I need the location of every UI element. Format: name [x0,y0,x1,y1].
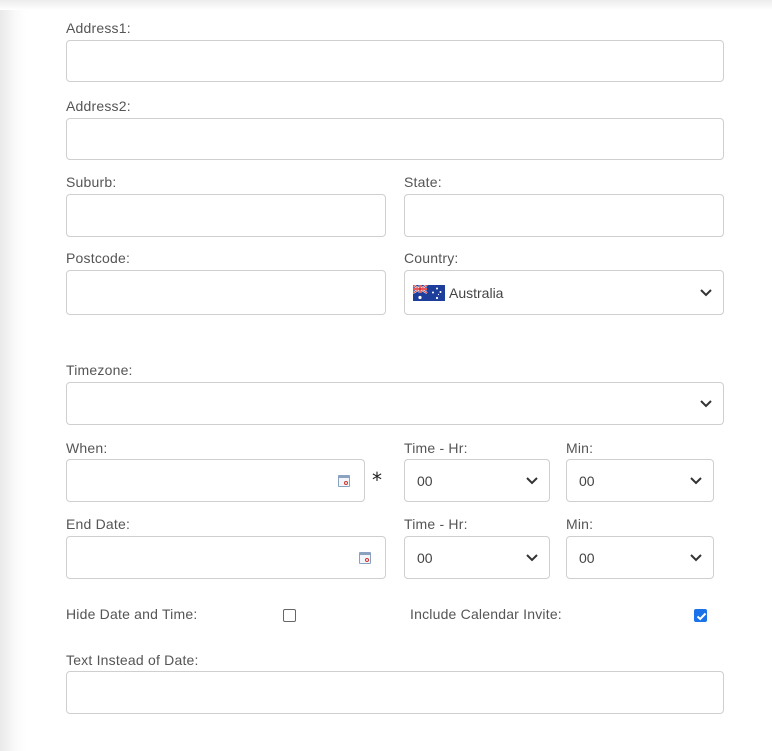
country-label: Country: [404,250,459,266]
required-asterisk: * [372,468,382,492]
hide-date-time-checkbox[interactable] [283,609,296,622]
postcode-input[interactable] [66,270,386,315]
calendar-icon[interactable] [338,474,350,487]
address1-label: Address1: [66,20,131,36]
when-label: When: [66,440,108,456]
end-date-input[interactable] [66,536,386,579]
state-input[interactable] [404,194,724,237]
chevron-down-icon [526,476,538,484]
end-min-select[interactable]: 00 [566,536,714,579]
when-hour-select[interactable]: 00 [404,459,550,502]
end-hour-value: 00 [417,549,433,566]
end-hour-label: Time - Hr: [404,516,468,532]
postcode-label: Postcode: [66,250,131,266]
calendar-icon[interactable] [359,551,371,564]
end-min-label: Min: [566,516,594,532]
include-calendar-invite-label: Include Calendar Invite: [410,606,562,622]
end-min-value: 00 [579,549,595,566]
australia-flag-icon [413,284,445,301]
checkmark-icon [696,612,707,621]
timezone-label: Timezone: [66,362,133,378]
chevron-down-icon [690,476,702,484]
text-instead-of-date-label: Text Instead of Date: [66,652,199,668]
chevron-down-icon [700,288,712,296]
chevron-down-icon [526,553,538,561]
end-date-label: End Date: [66,516,131,532]
text-instead-of-date-input[interactable] [66,671,724,714]
chevron-down-icon [690,553,702,561]
when-hour-label: Time - Hr: [404,440,468,456]
include-calendar-invite-checkbox[interactable] [694,609,707,622]
suburb-label: Suburb: [66,174,117,190]
panel-shadow-left [0,0,26,751]
event-location-form: Address1: Address2: Suburb: State: Postc… [0,0,772,751]
address1-input[interactable] [66,40,724,82]
address2-input[interactable] [66,118,724,160]
country-select[interactable]: Australia [404,270,724,315]
address2-label: Address2: [66,98,131,114]
state-label: State: [404,174,442,190]
when-hour-value: 00 [417,472,433,489]
chevron-down-icon [700,399,712,407]
when-min-select[interactable]: 00 [566,459,714,502]
end-hour-select[interactable]: 00 [404,536,550,579]
when-date-input[interactable] [66,459,365,502]
when-min-label: Min: [566,440,594,456]
suburb-input[interactable] [66,194,386,237]
panel-shadow-top [0,0,772,10]
country-value: Australia [449,284,504,301]
timezone-select[interactable] [66,382,724,425]
when-min-value: 00 [579,472,595,489]
hide-date-time-label: Hide Date and Time: [66,606,198,622]
